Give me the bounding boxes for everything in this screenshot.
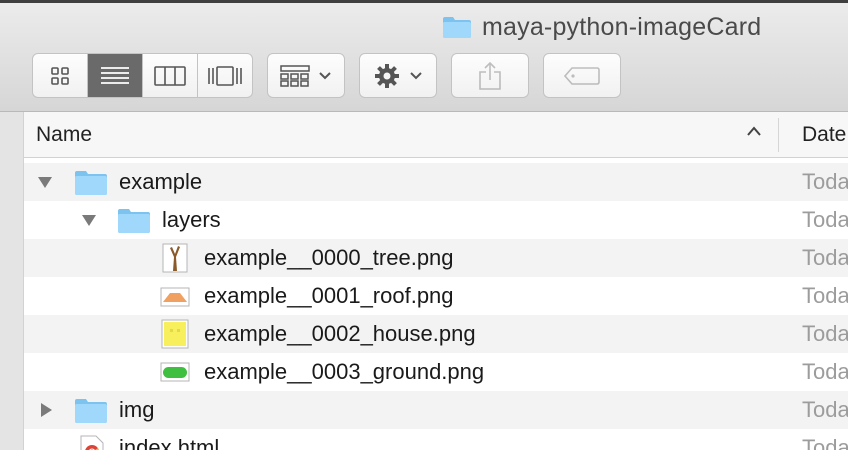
disclosure-collapsed-icon[interactable]	[39, 402, 53, 418]
cover-flow-icon	[208, 65, 242, 86]
file-date: Toda	[802, 283, 848, 308]
file-list: example Toda layers Toda example__0000_t…	[24, 163, 848, 450]
window-toolbar: maya-python-imageCard	[0, 0, 848, 112]
list-item[interactable]: index.html Toda	[24, 429, 848, 450]
file-date: Toda	[802, 397, 848, 422]
file-date: Toda	[802, 169, 848, 194]
column-header-name[interactable]: Name	[36, 123, 92, 147]
file-date: Toda	[802, 321, 848, 346]
chevron-down-icon	[319, 71, 331, 79]
icon-grid-icon	[51, 66, 69, 85]
file-name: index.html	[119, 435, 220, 450]
columns-icon	[154, 65, 186, 86]
column-view-button[interactable]	[143, 54, 198, 97]
tag-icon	[564, 66, 600, 85]
icon-view-button[interactable]	[33, 54, 88, 97]
list-item[interactable]: example__0000_tree.png Toda	[24, 239, 848, 277]
folder-icon	[75, 399, 107, 423]
gear-icon	[375, 63, 399, 88]
list-view-button[interactable]	[88, 54, 143, 97]
file-date: Toda	[802, 207, 848, 232]
column-divider[interactable]	[778, 118, 779, 152]
window-title-area: maya-python-imageCard	[442, 12, 761, 42]
list-item[interactable]: example__0001_roof.png Toda	[24, 277, 848, 315]
tag-button[interactable]	[543, 53, 621, 98]
list-icon	[101, 66, 129, 84]
list-item[interactable]: img Toda	[24, 391, 848, 429]
action-button[interactable]	[359, 53, 437, 98]
column-header-row: Name Date	[24, 112, 848, 158]
file-name: example__0000_tree.png	[204, 245, 454, 270]
file-name: img	[119, 397, 155, 422]
html-document-icon	[80, 435, 104, 450]
sidebar-edge	[0, 112, 24, 450]
list-item[interactable]: example Toda	[24, 163, 848, 201]
disclosure-expanded-icon[interactable]	[37, 175, 53, 189]
sort-ascending-chevron-icon[interactable]	[746, 125, 762, 137]
list-item[interactable]: layers Toda	[24, 201, 848, 239]
tree-image-thumbnail-icon	[162, 243, 188, 273]
ground-image-thumbnail-icon	[160, 362, 190, 382]
grid-arrange-icon	[280, 64, 310, 87]
house-image-thumbnail-icon	[161, 319, 189, 349]
roof-image-thumbnail-icon	[160, 287, 190, 307]
list-item[interactable]: example__0002_house.png Toda	[24, 315, 848, 353]
chevron-down-icon	[410, 71, 422, 79]
view-mode-segmented-control	[32, 53, 253, 98]
file-name: example__0002_house.png	[204, 321, 476, 346]
cover-flow-view-button[interactable]	[198, 54, 252, 97]
window-title: maya-python-imageCard	[482, 12, 762, 41]
disclosure-expanded-icon[interactable]	[81, 213, 97, 227]
share-icon	[479, 61, 501, 90]
column-header-date[interactable]: Date	[802, 123, 846, 147]
folder-icon	[443, 17, 471, 38]
file-name: layers	[162, 207, 221, 232]
file-name: example	[119, 169, 203, 194]
folder-icon	[118, 209, 150, 233]
window-top-edge	[0, 0, 848, 3]
file-date: Toda	[802, 359, 848, 384]
file-name: example__0003_ground.png	[204, 359, 485, 384]
arrange-button[interactable]	[267, 53, 345, 98]
share-button[interactable]	[451, 53, 529, 98]
folder-icon	[75, 171, 107, 195]
file-name: example__0001_roof.png	[204, 283, 454, 308]
list-item[interactable]: example__0003_ground.png Toda	[24, 353, 848, 391]
file-date: Toda	[802, 435, 848, 450]
file-date: Toda	[802, 245, 848, 270]
